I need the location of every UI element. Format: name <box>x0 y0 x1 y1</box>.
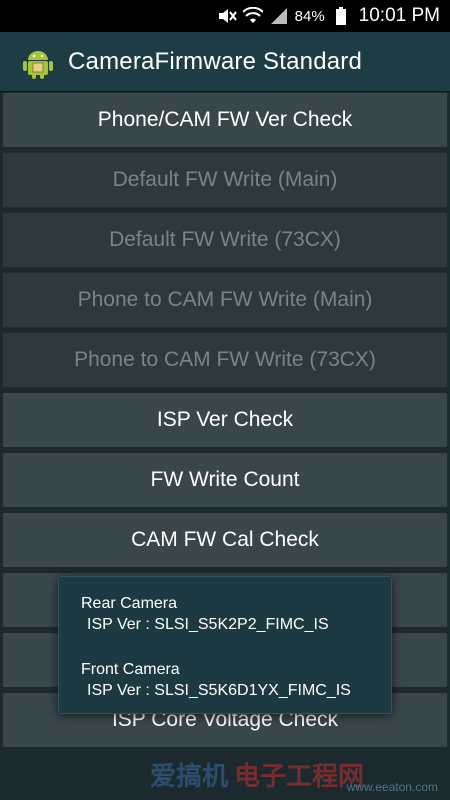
battery-percent: 84% <box>294 7 325 25</box>
wifi-icon <box>242 6 263 26</box>
app-title: CameraFirmware Standard <box>68 47 363 75</box>
front-isp-version: ISP Ver : SLSI_S5K6D1YX_FIMC_IS <box>87 682 351 699</box>
signal-icon <box>269 6 289 26</box>
phone-cam-fw-ver-check-button[interactable]: Phone/CAM FW Ver Check <box>2 92 448 148</box>
android-icon[interactable] <box>20 44 56 80</box>
rear-camera-title: Rear Camera <box>81 595 178 612</box>
status-bar: 84% 10:01 PM <box>0 0 450 32</box>
default-fw-write-73cx-button[interactable]: Default FW Write (73CX) <box>2 212 448 268</box>
clock: 10:01 PM <box>358 5 440 26</box>
app-bar: CameraFirmware Standard <box>0 32 450 92</box>
front-camera-title: Front Camera <box>81 661 180 678</box>
isp-ver-check-button[interactable]: ISP Ver Check <box>2 392 448 448</box>
watermark-text-2: 电子工程网 <box>234 760 365 791</box>
watermark-text-3: www.eeaton.com <box>346 780 438 794</box>
cam-fw-cal-check-button[interactable]: CAM FW Cal Check <box>2 512 448 568</box>
battery-icon <box>331 6 351 26</box>
isp-version-popup: Rear Camera ISP Ver : SLSI_S5K2P2_FIMC_I… <box>58 576 392 714</box>
default-fw-write-main-button[interactable]: Default FW Write (Main) <box>2 152 448 208</box>
fw-write-count-button[interactable]: FW Write Count <box>2 452 448 508</box>
rear-isp-version: ISP Ver : SLSI_S5K2P2_FIMC_IS <box>87 616 329 633</box>
watermark: 爱搞机 电子工程网 www.eeaton.com <box>150 752 450 796</box>
phone-to-cam-fw-write-main-button[interactable]: Phone to CAM FW Write (Main) <box>2 272 448 328</box>
watermark-text-1: 爱搞机 <box>150 760 229 791</box>
mute-icon <box>217 6 237 26</box>
phone-to-cam-fw-write-73cx-button[interactable]: Phone to CAM FW Write (73CX) <box>2 332 448 388</box>
